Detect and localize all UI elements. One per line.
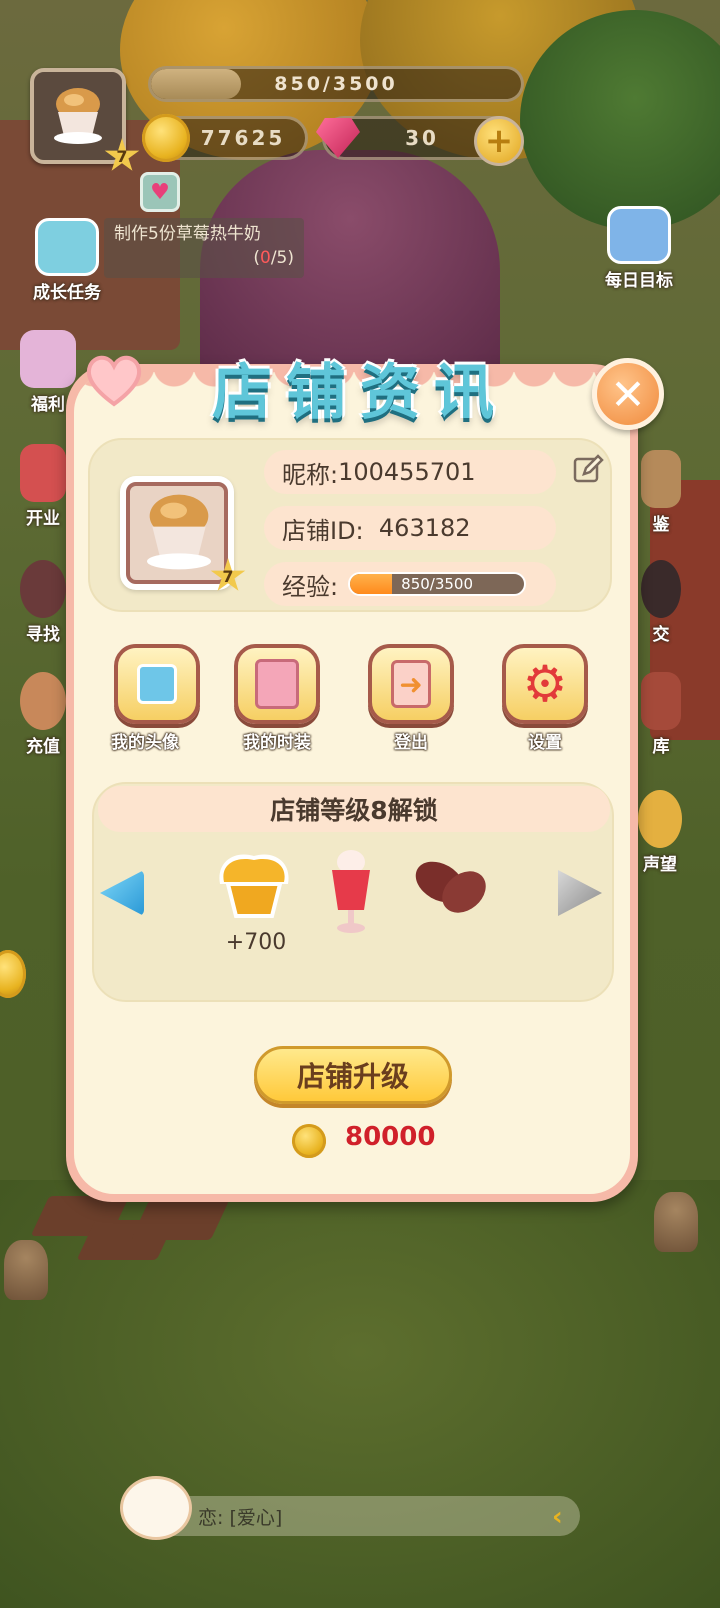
warehouse-icon: [641, 672, 681, 730]
search-button[interactable]: 寻找: [18, 560, 68, 645]
logout-icon: ➜: [368, 644, 454, 724]
chat-collapse-arrow-icon[interactable]: ‹: [552, 1502, 574, 1532]
daily-goals-label: 每日目标: [605, 271, 673, 291]
hamster-stump[interactable]: [654, 1192, 698, 1252]
my-avatar-button[interactable]: 我的头像: [100, 644, 200, 753]
strawberry-drink-icon: [332, 850, 370, 933]
reputation-label: 声望: [643, 855, 677, 875]
nickname-label: 昵称:: [282, 460, 339, 489]
shop-upgrade-button[interactable]: 店铺升级: [254, 1046, 452, 1104]
social-label: 交: [652, 625, 670, 645]
muffin-icon: [54, 88, 102, 144]
shop-avatar-frame: [126, 482, 228, 584]
coin-icon: [292, 1124, 326, 1158]
heart-icon[interactable]: ♥: [140, 172, 180, 212]
experience-bar: 850/3500: [148, 66, 524, 102]
reputation-button[interactable]: 声望: [630, 790, 690, 875]
shop-id-label: 店铺ID:: [282, 516, 379, 545]
settings-gear-icon: ⚙: [502, 644, 588, 724]
coin-amount: 77625: [200, 126, 286, 150]
friend-icon: [641, 560, 681, 618]
close-button[interactable]: ✕: [592, 358, 664, 430]
dialog-title: 店铺资讯: [212, 358, 508, 428]
clipboard-icon: [35, 218, 99, 276]
collection-button[interactable]: 鉴: [636, 450, 686, 535]
calendar-icon: [607, 206, 671, 264]
opening-label: 开业: [26, 509, 60, 529]
recharge-label: 充值: [26, 737, 60, 757]
logout-button[interactable]: ➜ 登出: [366, 644, 456, 753]
muffin-reward-icon: [219, 854, 289, 918]
warehouse-button[interactable]: 库: [636, 672, 686, 757]
coin-icon: [142, 114, 190, 162]
collection-label: 鉴: [652, 515, 670, 535]
experience-text: 850/3500: [274, 73, 398, 95]
book-icon: [641, 450, 681, 508]
search-label: 寻找: [26, 625, 60, 645]
experience-progress-bar: 850/3500: [348, 572, 527, 596]
growth-tasks-button[interactable]: 成长任务: [22, 218, 112, 303]
logout-label: 登出: [394, 733, 428, 753]
chat-bar[interactable]: 恋: [爱心]: [126, 1496, 580, 1536]
my-avatar-label: 我的头像: [111, 733, 179, 753]
player-avatar[interactable]: 7: [30, 68, 140, 171]
edit-icon[interactable]: [572, 454, 604, 486]
opening-button[interactable]: 开业: [18, 444, 68, 529]
muffin-icon: [147, 494, 211, 570]
character-icon: [20, 672, 66, 730]
experience-label: 经验:: [282, 572, 339, 601]
settings-button[interactable]: ⚙ 设置: [500, 644, 590, 753]
wardrobe-icon: [234, 644, 320, 724]
nickname-field: 昵称: 100455701: [264, 450, 556, 494]
experience-field: 经验: 850/3500: [264, 562, 556, 606]
shop-id-field: 店铺ID: 463182: [264, 506, 556, 550]
shop-id-value: 463182: [378, 514, 471, 542]
my-fashion-button[interactable]: 我的时装: [232, 644, 322, 753]
daily-goals-button[interactable]: 每日目标: [596, 206, 682, 291]
task-text: 制作5份草莓热牛奶: [114, 224, 261, 244]
shop-upgrade-label: 店铺升级: [296, 1060, 409, 1093]
upgrade-cost: 80000: [345, 1122, 436, 1152]
hamster-stump[interactable]: [4, 1240, 48, 1300]
gem-amount: 30: [405, 126, 439, 150]
cocoa-beans-icon: [415, 861, 486, 913]
social-button[interactable]: 交: [636, 560, 686, 645]
current-task[interactable]: 制作5份草莓热牛奶 (0/5): [104, 218, 304, 278]
settings-label: 设置: [528, 733, 562, 753]
growth-tasks-label: 成长任务: [33, 283, 101, 303]
chat-message: 恋: [爱心]: [198, 1506, 283, 1529]
recharge-button[interactable]: 充值: [18, 672, 68, 757]
my-fashion-label: 我的时装: [243, 733, 311, 753]
add-gems-button[interactable]: +: [474, 116, 524, 166]
nickname-value: 100455701: [338, 458, 476, 486]
warehouse-label: 库: [652, 737, 670, 757]
experience-progress-text: 850/3500: [401, 575, 474, 593]
avatar-icon: [114, 644, 200, 724]
reward-amount: +700: [225, 930, 287, 955]
chat-bubble-icon[interactable]: [120, 1476, 192, 1540]
shop-avatar[interactable]: 7: [120, 476, 246, 591]
close-icon: ✕: [610, 369, 646, 419]
trophy-icon: [638, 790, 682, 848]
gift-box-icon: [20, 444, 66, 502]
task-progress: (0/5): [253, 248, 294, 268]
character-icon: [20, 560, 66, 618]
unlock-title: 店铺等级8解锁: [98, 786, 610, 832]
